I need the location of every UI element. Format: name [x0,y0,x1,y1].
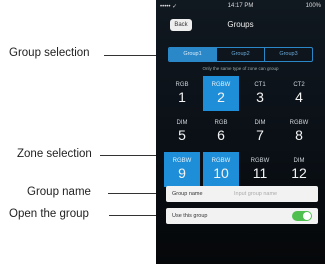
callout-open-group: Open the group [9,208,89,220]
page-title: Groups [227,20,254,29]
group-tab-1[interactable]: Group1 [169,48,217,61]
group-name-input[interactable]: Input group name [234,191,277,197]
zone-number: 10 [213,165,229,181]
zone-button[interactable]: RGBW 8 [281,114,317,149]
battery-indicator: 100% [305,3,321,9]
zone-number: 12 [291,165,307,181]
zone-number: 8 [295,127,303,143]
nav-bar: Back Groups [156,12,325,38]
zone-type-label: RGBW [172,158,192,164]
callout-group-name: Group name [27,186,91,198]
zone-button[interactable]: CT2 4 [281,76,317,111]
zone-type-label: CT2 [293,82,305,88]
zone-type-label: RGB [214,120,228,126]
zone-type-label: CT1 [254,82,266,88]
status-bar: ••••• ✓ 14:17 PM 100% [156,0,325,12]
zone-button[interactable]: RGBW 2 [203,76,239,111]
zone-button[interactable]: RGBW 11 [242,152,278,187]
callout-zone-selection: Zone selection [17,148,92,160]
zone-number: 1 [178,89,186,105]
zone-number: 7 [256,127,264,143]
zone-number: 5 [178,127,186,143]
group-selector: Group1 Group2 Group3 [168,47,313,62]
zone-number: 9 [178,165,186,181]
zone-number: 3 [256,89,264,105]
zone-button[interactable]: RGB 6 [203,114,239,149]
zone-type-label: RGBW [289,120,309,126]
zone-type-label: RGBW [250,158,270,164]
group-name-label: Group name [172,191,203,197]
phone-screen: ••••• ✓ 14:17 PM 100% Back Groups Group1… [156,0,325,264]
zone-button[interactable]: DIM 7 [242,114,278,149]
zone-type-label: DIM [293,158,305,164]
zone-number: 4 [295,89,303,105]
zone-number: 11 [252,165,268,181]
zone-type-label: RGBW [211,82,231,88]
zone-number: 2 [217,89,225,105]
group-tab-3[interactable]: Group3 [265,48,312,61]
zone-button[interactable]: DIM 12 [281,152,317,187]
group-tab-2[interactable]: Group2 [217,48,265,61]
group-name-row[interactable]: Group name Input group name [166,186,318,202]
zone-type-label: DIM [176,120,188,126]
group-hint: Only the same type of zone can group [202,66,279,71]
zone-type-label: DIM [254,120,266,126]
use-group-toggle[interactable] [292,211,312,221]
zone-button[interactable]: RGBW 9 [164,152,200,187]
toggle-knob [303,212,311,220]
zone-number: 6 [217,127,225,143]
zone-button[interactable]: RGB 1 [164,76,200,111]
use-group-row: Use this group [166,208,318,224]
zone-grid: RGB 1 RGBW 2 CT1 3 CT2 4 DIM 5 RGB 6 DIM 7 RGBW 8 RGBW 9 R… [164,76,318,187]
use-group-label: Use this group [172,213,208,219]
zone-button[interactable]: DIM 5 [164,114,200,149]
zone-type-label: RGBW [211,158,231,164]
zone-button[interactable]: RGBW 10 [203,152,239,187]
zone-type-label: RGB [175,82,189,88]
callout-group-selection: Group selection [9,47,90,59]
status-time: 14:17 PM [227,3,254,9]
zone-button[interactable]: CT1 3 [242,76,278,111]
callout-line [104,55,164,56]
callout-line [100,155,160,156]
